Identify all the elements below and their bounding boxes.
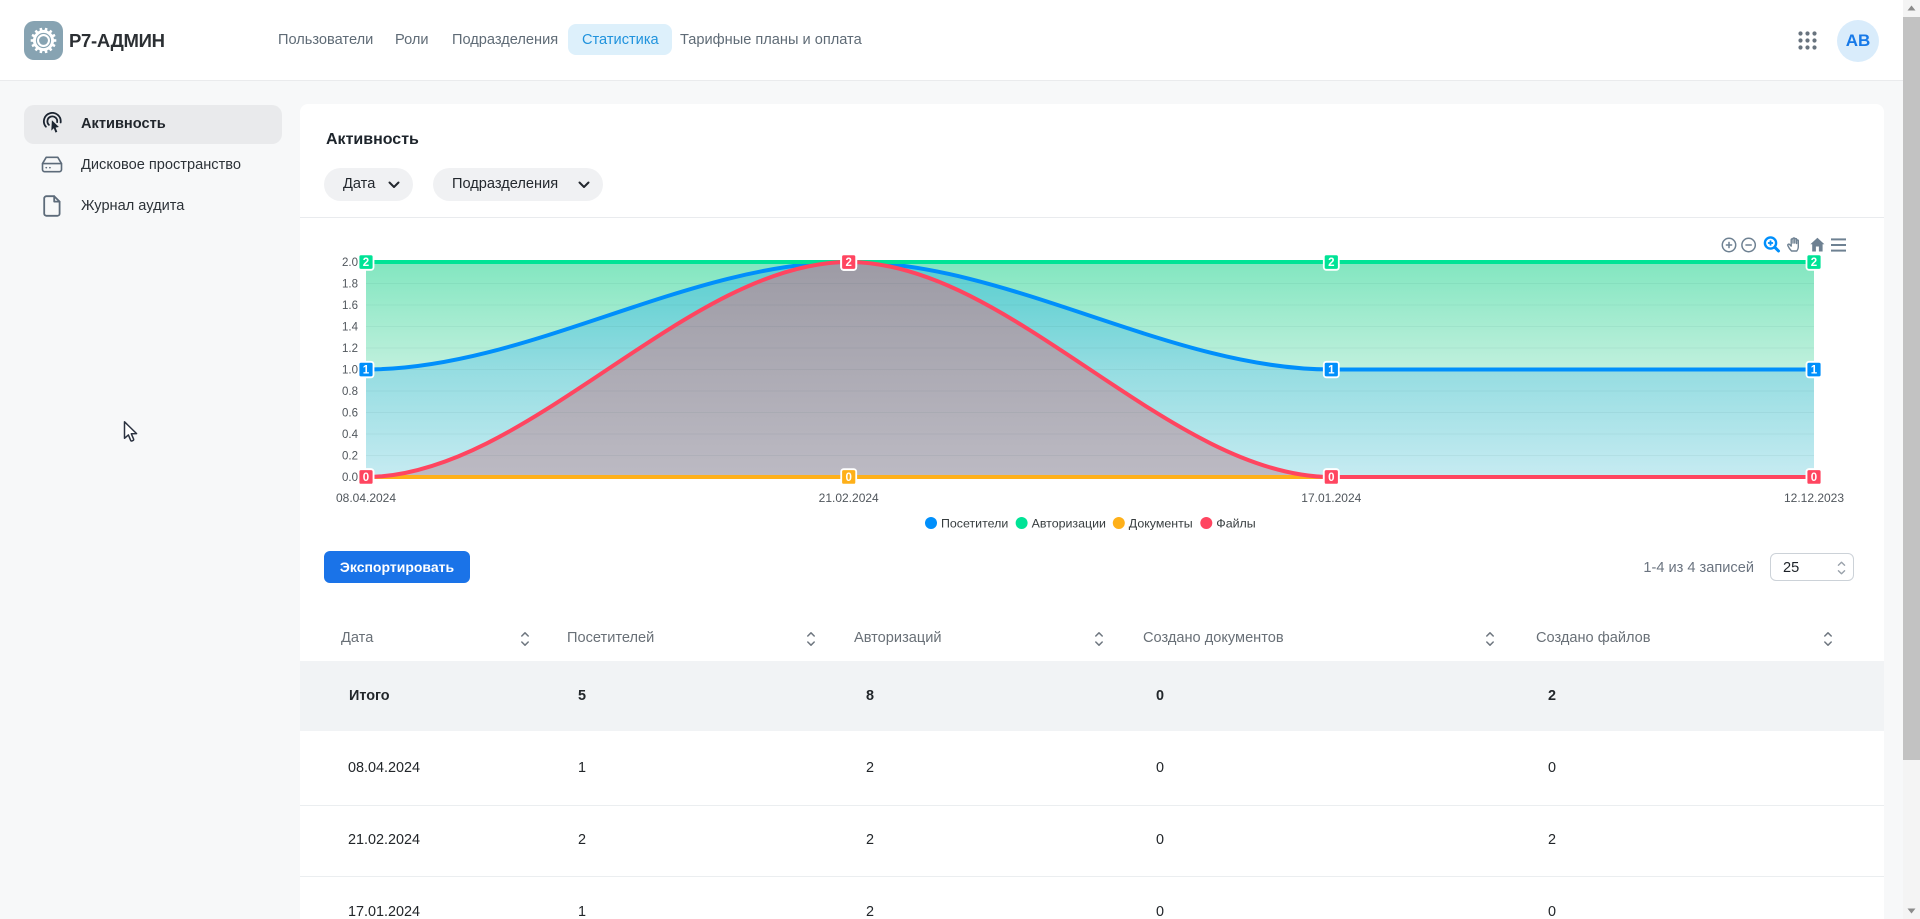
svg-text:2: 2 xyxy=(845,257,851,269)
svg-text:1.4: 1.4 xyxy=(342,322,359,334)
svg-text:Документы: Документы xyxy=(1129,517,1193,531)
svg-text:1.2: 1.2 xyxy=(342,343,358,355)
svg-text:Посетители: Посетители xyxy=(941,517,1008,531)
svg-text:2: 2 xyxy=(1811,257,1817,269)
svg-text:1: 1 xyxy=(1328,365,1335,377)
svg-text:0.0: 0.0 xyxy=(342,472,358,484)
svg-text:17.01.2024: 17.01.2024 xyxy=(1301,491,1361,505)
svg-text:1: 1 xyxy=(363,365,370,377)
svg-text:08.04.2024: 08.04.2024 xyxy=(336,491,396,505)
svg-text:0.6: 0.6 xyxy=(342,408,358,420)
svg-text:1.0: 1.0 xyxy=(342,365,358,377)
svg-text:0: 0 xyxy=(1811,472,1817,484)
svg-text:2: 2 xyxy=(1328,257,1334,269)
svg-text:1: 1 xyxy=(1811,365,1818,377)
svg-text:21.02.2024: 21.02.2024 xyxy=(819,491,879,505)
svg-text:2: 2 xyxy=(363,257,369,269)
svg-text:0: 0 xyxy=(1328,472,1334,484)
svg-text:1.8: 1.8 xyxy=(342,279,358,291)
svg-text:0.8: 0.8 xyxy=(342,386,358,398)
svg-text:Файлы: Файлы xyxy=(1216,517,1255,531)
svg-text:0: 0 xyxy=(845,472,851,484)
svg-text:2.0: 2.0 xyxy=(342,257,358,269)
svg-text:0.2: 0.2 xyxy=(342,451,358,463)
svg-text:1.6: 1.6 xyxy=(342,300,358,312)
svg-text:Авторизации: Авторизации xyxy=(1032,517,1106,531)
svg-text:0.4: 0.4 xyxy=(342,429,359,441)
svg-text:0: 0 xyxy=(363,472,369,484)
svg-text:12.12.2023: 12.12.2023 xyxy=(1784,491,1844,505)
